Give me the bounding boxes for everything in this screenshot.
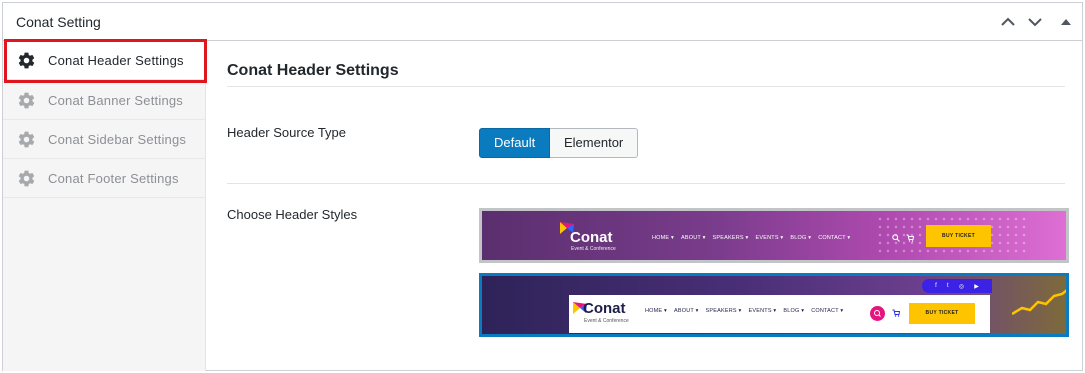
preview-buy-ticket: BUY TICKET <box>909 303 975 324</box>
decorative-wave-icon <box>1012 289 1066 316</box>
preview-menu-item: CONTACT ▾ <box>811 308 844 314</box>
preview-header-bar: Conat Event & Conference HOME ▾ ABOUT ▾ … <box>569 295 990 333</box>
instagram-icon: ◎ <box>958 283 965 290</box>
search-icon <box>892 234 900 242</box>
preview-menu-item: ABOUT ▾ <box>674 308 699 314</box>
sidebar-item-label: Conat Banner Settings <box>48 93 184 108</box>
header-source-toggle: Default Elementor <box>479 128 638 158</box>
preview-menu-item: BLOG ▾ <box>790 235 812 241</box>
preview-logo: Conat <box>570 229 613 246</box>
preview-menu: HOME ▾ ABOUT ▾ SPEAKERS ▾ EVENTS ▾ BLOG … <box>652 235 850 241</box>
section-title: Conat Header Settings <box>227 62 399 79</box>
header-style-preview: Conat Event & Conference HOME ▾ ABOUT ▾ … <box>482 211 1066 260</box>
cart-icon <box>906 234 914 242</box>
preview-menu-item: HOME ▾ <box>652 235 674 241</box>
preview-menu-item: BLOG ▾ <box>783 308 805 314</box>
search-icon <box>870 306 885 321</box>
gear-icon <box>17 169 36 188</box>
sidebar-item-label: Conat Sidebar Settings <box>48 132 187 147</box>
preview-logo-subtitle: Event & Conference <box>571 246 616 252</box>
chevron-up-icon[interactable] <box>997 11 1019 33</box>
chevron-down-icon[interactable] <box>1024 11 1046 33</box>
preview-menu-item: ABOUT ▾ <box>681 235 706 241</box>
divider <box>227 183 1065 184</box>
main-content: Conat Header Settings Header Source Type… <box>207 41 1083 371</box>
settings-sidebar: Conat Header Settings Conat Banner Setti… <box>3 41 206 371</box>
preview-menu-item: EVENTS ▾ <box>755 235 784 241</box>
preview-menu-item: SPEAKERS ▾ <box>705 308 742 314</box>
divider <box>227 86 1065 87</box>
sidebar-item-header-settings[interactable]: Conat Header Settings <box>3 41 206 80</box>
sidebar-item-footer-settings[interactable]: Conat Footer Settings <box>3 159 206 198</box>
default-option-button[interactable]: Default <box>479 128 550 158</box>
preview-menu-item: EVENTS ▾ <box>748 308 777 314</box>
panel-header: Conat Setting <box>3 3 1082 41</box>
cart-icon <box>892 309 900 317</box>
header-source-label: Header Source Type <box>227 125 346 140</box>
panel-title: Conat Setting <box>16 14 101 30</box>
elementor-option-button[interactable]: Elementor <box>550 128 638 158</box>
preview-menu-item: SPEAKERS ▾ <box>712 235 749 241</box>
facebook-icon: f <box>935 283 937 289</box>
header-style-preview: f t ◎ ▶ Conat Event & Conference HOME ▾ … <box>482 276 1066 334</box>
sidebar-item-banner-settings[interactable]: Conat Banner Settings <box>3 81 206 120</box>
gear-icon <box>17 51 36 70</box>
twitter-icon: t <box>946 283 949 289</box>
gear-icon <box>17 91 36 110</box>
header-styles-label: Choose Header Styles <box>227 207 358 222</box>
preview-menu: HOME ▾ ABOUT ▾ SPEAKERS ▾ EVENTS ▾ BLOG … <box>645 308 843 314</box>
settings-panel: Conat Setting Conat Header Settings Cona… <box>2 2 1083 371</box>
caret-up-icon[interactable] <box>1055 11 1077 33</box>
sidebar-item-label: Conat Header Settings <box>48 53 184 68</box>
preview-menu-item: HOME ▾ <box>645 308 667 314</box>
preview-logo-subtitle: Event & Conference <box>584 318 629 324</box>
gear-icon <box>17 130 36 149</box>
sidebar-item-label: Conat Footer Settings <box>48 171 179 186</box>
sidebar-item-sidebar-settings[interactable]: Conat Sidebar Settings <box>3 120 206 159</box>
header-style-option-2[interactable]: f t ◎ ▶ Conat Event & Conference HOME ▾ … <box>479 273 1069 337</box>
preview-menu-item: CONTACT ▾ <box>818 235 851 241</box>
preview-buy-ticket: BUY TICKET <box>926 225 991 247</box>
preview-logo: Conat <box>583 300 626 317</box>
header-style-option-1[interactable]: Conat Event & Conference HOME ▾ ABOUT ▾ … <box>479 208 1069 263</box>
youtube-icon: ▶ <box>974 283 979 290</box>
preview-social-bar: f t ◎ ▶ <box>922 279 992 293</box>
